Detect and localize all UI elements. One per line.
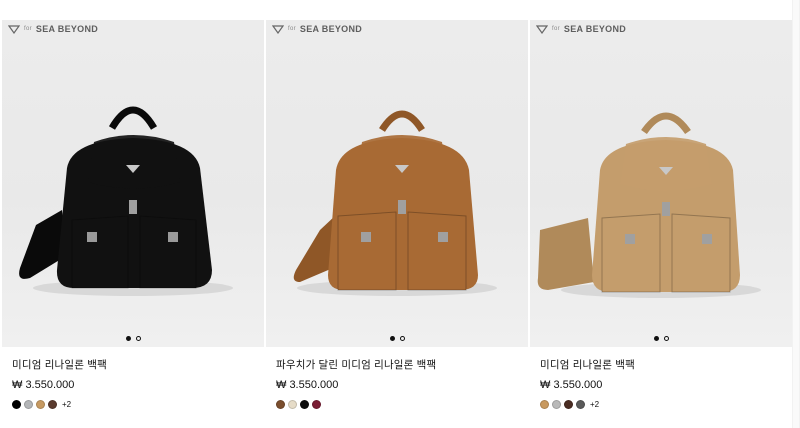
- color-swatch[interactable]: [300, 400, 309, 409]
- product-card[interactable]: for SEA BEYOND 파우치가 달린 미디엄 리나일론 백팩 ₩ 3.5…: [266, 20, 528, 428]
- product-price: ₩ 3.550.000: [276, 379, 339, 391]
- scrollbar-thumb[interactable]: [793, 0, 799, 428]
- color-swatch[interactable]: [276, 400, 285, 409]
- scrollbar[interactable]: [792, 0, 800, 428]
- backpack-image: [293, 110, 497, 296]
- backpack-image: [19, 106, 233, 296]
- carousel-dot-active[interactable]: [125, 336, 131, 341]
- color-swatches: [276, 400, 518, 409]
- carousel-dot-active[interactable]: [653, 336, 659, 341]
- color-swatch[interactable]: [288, 400, 297, 409]
- carousel-dot[interactable]: [399, 336, 405, 341]
- product-title[interactable]: 미디엄 리나일론 백팩: [12, 357, 254, 371]
- product-grid: for SEA BEYOND 미디엄 리나일론 백팩 ₩ 3.550.000 +…: [2, 20, 792, 428]
- color-swatch[interactable]: [24, 400, 33, 409]
- color-swatches: +2: [12, 400, 254, 409]
- product-price: ₩ 3.550.000: [12, 379, 75, 391]
- carousel-dot[interactable]: [663, 336, 669, 341]
- product-image[interactable]: for SEA BEYOND: [266, 20, 528, 347]
- color-swatches: +2: [540, 400, 782, 409]
- carousel-dots[interactable]: [2, 336, 264, 341]
- carousel-dots[interactable]: [266, 336, 528, 341]
- product-price: ₩ 3.550.000: [540, 379, 603, 391]
- product-image[interactable]: for SEA BEYOND: [2, 20, 264, 347]
- color-swatch[interactable]: [540, 400, 549, 409]
- color-swatch[interactable]: [576, 400, 585, 409]
- color-swatch[interactable]: [312, 400, 321, 409]
- product-card[interactable]: for SEA BEYOND 미디엄 리나일론 백팩 ₩ 3.550.000 +…: [2, 20, 264, 428]
- product-image[interactable]: for SEA BEYOND: [530, 20, 792, 347]
- color-swatch[interactable]: [48, 400, 57, 409]
- product-card[interactable]: for SEA BEYOND 미디엄 리나일론 백팩 ₩ 3.550.000 +…: [530, 20, 792, 428]
- more-colors-count[interactable]: +2: [62, 400, 71, 409]
- color-swatch[interactable]: [12, 400, 21, 409]
- color-swatch[interactable]: [564, 400, 573, 409]
- backpack-image: [537, 112, 761, 298]
- carousel-dot[interactable]: [135, 336, 141, 341]
- more-colors-count[interactable]: +2: [590, 400, 599, 409]
- carousel-dots[interactable]: [530, 336, 792, 341]
- color-swatch[interactable]: [36, 400, 45, 409]
- color-swatch[interactable]: [552, 400, 561, 409]
- product-title[interactable]: 미디엄 리나일론 백팩: [540, 357, 782, 371]
- carousel-dot-active[interactable]: [389, 336, 395, 341]
- product-title[interactable]: 파우치가 달린 미디엄 리나일론 백팩: [276, 357, 518, 371]
